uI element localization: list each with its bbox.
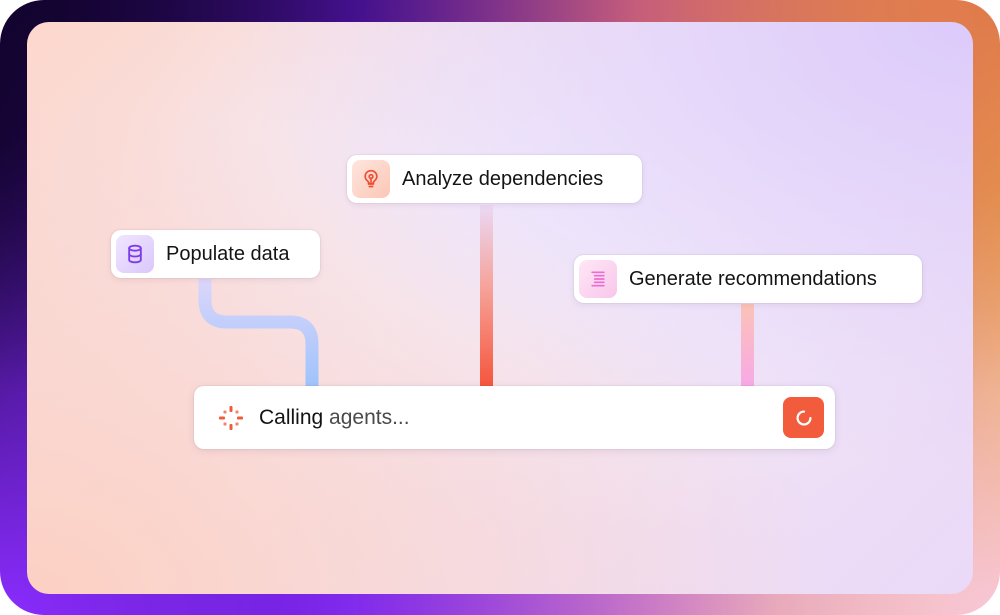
database-icon [116, 235, 154, 273]
status-text-strong: Calling [259, 405, 324, 429]
task-label-analyze-dependencies: Analyze dependencies [402, 167, 604, 190]
text-lines-icon [579, 260, 617, 298]
task-card-analyze-dependencies[interactable]: Analyze dependencies [347, 155, 642, 203]
status-text-rest: agents... [323, 405, 410, 429]
task-card-generate-recommendations[interactable]: Generate recommendations [574, 255, 922, 303]
task-label-generate-recommendations: Generate recommendations [629, 267, 877, 290]
sparkle-icon [217, 404, 245, 432]
task-card-populate-data[interactable]: Populate data [111, 230, 320, 278]
lightbulb-icon [352, 160, 390, 198]
connector-lines [198, 205, 754, 387]
app-frame: Populate data Analyze dependencies Gener [0, 0, 1000, 615]
agent-status-bar: Calling agents... [194, 386, 835, 449]
refresh-spinner-icon [795, 409, 812, 426]
connector-generate [741, 304, 754, 387]
refresh-spinner-button[interactable] [783, 397, 824, 438]
status-text: Calling agents... [259, 406, 410, 430]
task-label-populate-data: Populate data [166, 242, 290, 265]
connector-populate [198, 279, 319, 387]
connector-analyze [480, 205, 493, 387]
